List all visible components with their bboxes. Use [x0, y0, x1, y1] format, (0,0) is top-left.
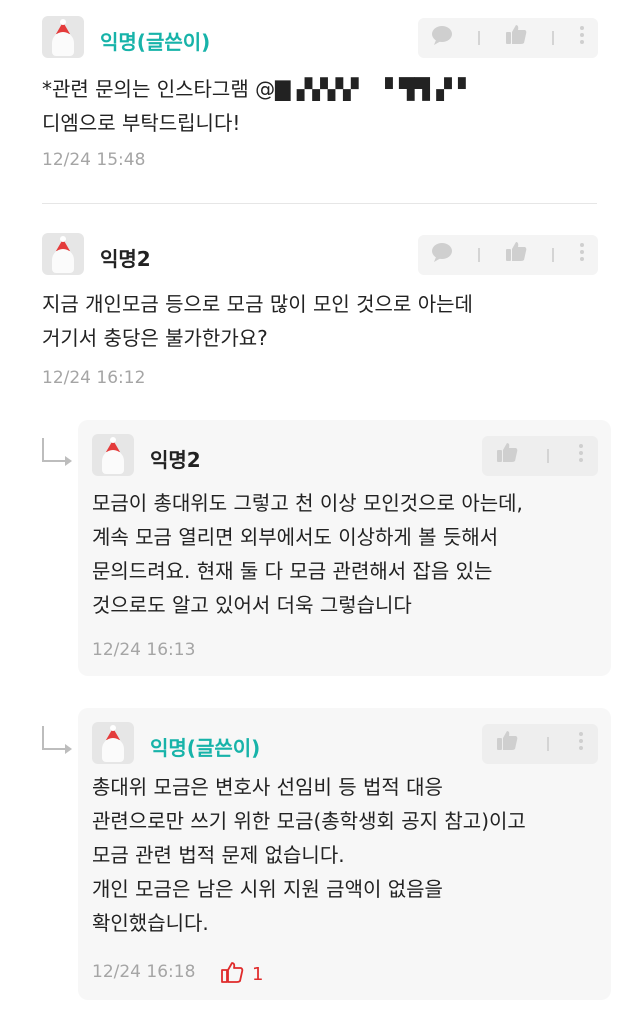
thumbs-up-icon[interactable]: [505, 18, 527, 58]
comment-divider: [42, 203, 597, 204]
avatar: [92, 722, 134, 764]
thumbs-up-icon[interactable]: [496, 436, 518, 476]
comment-text: 지금 개인모금 등으로 모금 많이 모인 것으로 아는데 거기서 충당은 불가한…: [42, 292, 473, 350]
reply-author[interactable]: 익명2: [150, 444, 201, 473]
comment-text: *관련 문의는 인스타그램 @▇ ▞▞▞▞ ▝ ▜▜ ▞ ▘ 디엠으로 부탁드립…: [42, 77, 474, 135]
reply-author[interactable]: 익명(글쓴이): [150, 732, 260, 761]
reply-arrow-icon: [42, 438, 72, 466]
divider: [552, 31, 555, 45]
divider: [477, 31, 480, 45]
reply-text: 모금이 총대위도 그렇고 천 이상 모인것으로 아는데, 계속 모금 열리면 외…: [92, 491, 523, 617]
thumbs-up-icon[interactable]: [496, 724, 518, 764]
divider: [546, 449, 549, 463]
like-count-value: 1: [252, 964, 264, 985]
divider: [546, 737, 549, 751]
thumbs-up-icon: [220, 960, 244, 989]
avatar: [42, 16, 84, 58]
more-vertical-icon[interactable]: [579, 235, 585, 275]
avatar: [92, 434, 134, 476]
thumbs-up-icon[interactable]: [505, 235, 527, 275]
more-vertical-icon[interactable]: [578, 724, 584, 764]
reply-time: 12/24 16:18: [92, 962, 196, 982]
reply-time: 12/24 16:13: [92, 640, 196, 660]
reply-arrow-icon: [42, 726, 72, 754]
comment-time: 12/24 16:12: [42, 368, 146, 388]
reply: 익명2 모금이 총대위도 그렇고 천 이상 모인것으로 아는데, 계속 모금 열…: [78, 420, 611, 676]
like-count: 1: [220, 960, 263, 989]
comment-author[interactable]: 익명(글쓴이): [100, 26, 210, 55]
comment-author[interactable]: 익명2: [100, 243, 151, 272]
more-vertical-icon[interactable]: [578, 436, 584, 476]
reply-text: 총대위 모금은 변호사 선임비 등 법적 대응 관련으로만 쓰기 위한 모금(총…: [92, 775, 526, 935]
reply-actions: [482, 724, 598, 764]
comment-time: 12/24 15:48: [42, 150, 146, 170]
speech-bubble-icon[interactable]: [431, 18, 453, 58]
divider: [552, 248, 555, 262]
comment-actions: [418, 235, 598, 275]
comment-actions: [418, 18, 598, 58]
speech-bubble-icon[interactable]: [431, 235, 453, 275]
divider: [477, 248, 480, 262]
reply-actions: [482, 436, 598, 476]
more-vertical-icon[interactable]: [579, 18, 585, 58]
avatar: [42, 233, 84, 275]
reply: 익명(글쓴이) 총대위 모금은 변호사 선임비 등 법적 대응 관련으로만 쓰기…: [78, 708, 611, 1000]
